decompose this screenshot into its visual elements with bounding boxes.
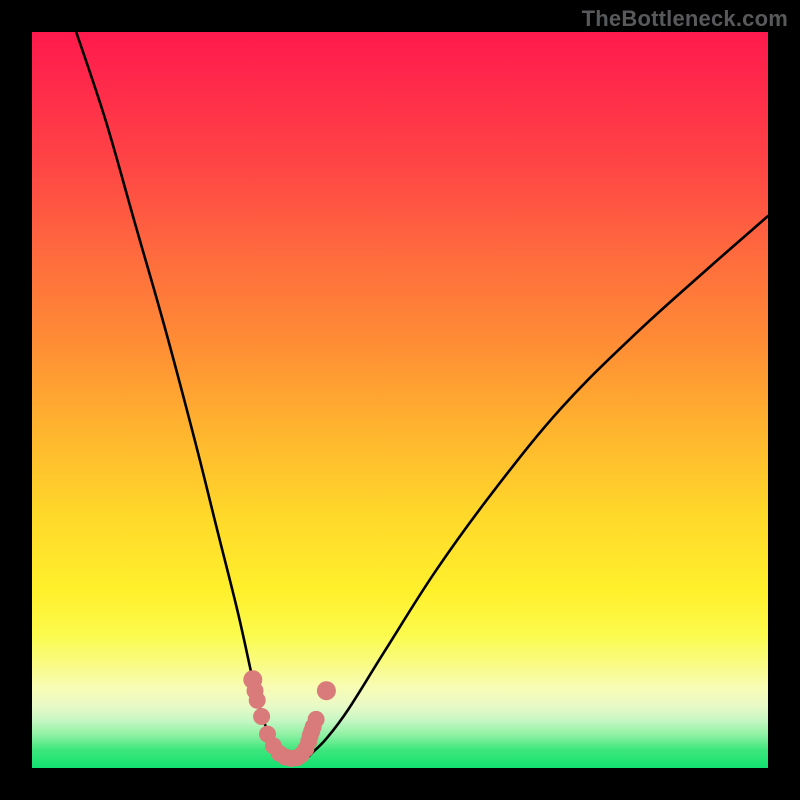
- chart-frame: TheBottleneck.com: [0, 0, 800, 800]
- plot-area: [32, 32, 768, 768]
- highlight-dot: [253, 708, 270, 725]
- highlight-dot: [308, 711, 325, 728]
- highlight-dot: [249, 692, 266, 709]
- bottleneck-curve: [76, 32, 768, 761]
- watermark-text: TheBottleneck.com: [582, 6, 788, 32]
- highlight-dot: [317, 681, 336, 700]
- curve-layer: [32, 32, 768, 768]
- highlight-dots-group: [243, 670, 336, 767]
